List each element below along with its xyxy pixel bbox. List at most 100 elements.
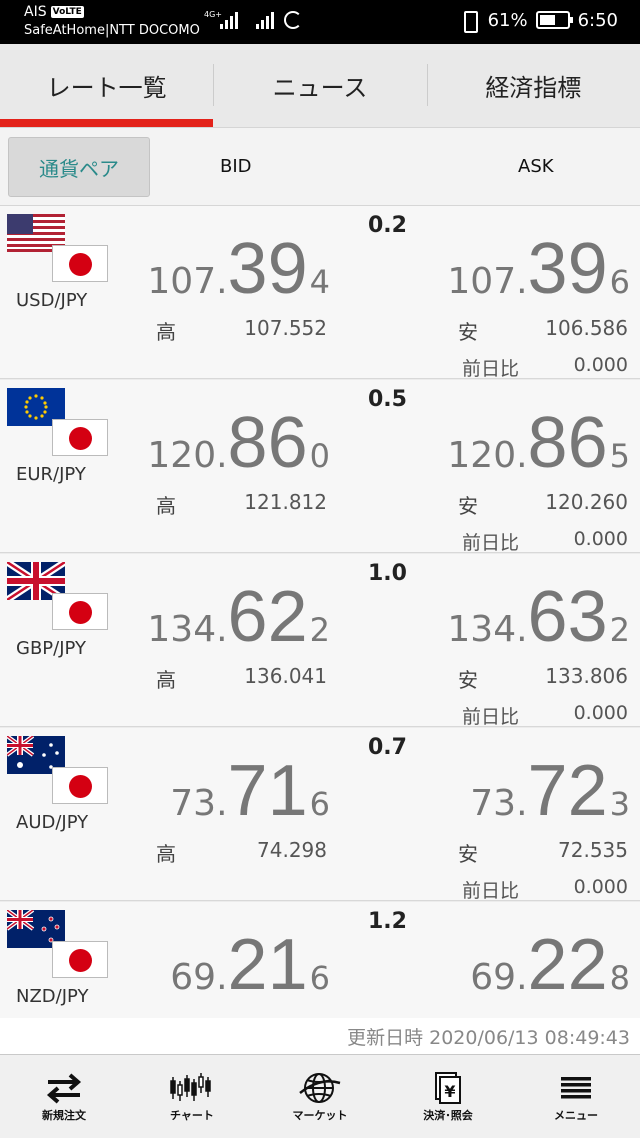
battery-fill (539, 15, 556, 25)
bid-rate[interactable]: 107. 39 4 (147, 228, 330, 310)
tab-news[interactable]: ニュース (213, 44, 426, 127)
bottom-nav: 新規注文 チャート マーケット ¥ 決済･照会 メニュー (0, 1054, 640, 1138)
ask-rate[interactable]: 69. 22 8 (470, 924, 630, 1006)
updated-timestamp: 更新日時 2020/06/13 08:49:43 (347, 1027, 630, 1049)
status-right: 61% 6:50 (458, 9, 618, 33)
svg-text:4G+: 4G+ (204, 10, 222, 19)
jp-flag-icon (52, 593, 108, 630)
high-value: 74.298 (257, 838, 327, 862)
nav-market[interactable]: マーケット (256, 1055, 384, 1138)
rate-row-nzdjpy[interactable]: NZD/JPY 1.2 69.216 69.228 高 安 (0, 902, 640, 1018)
currency-pair-button[interactable]: 通貨ペア (8, 137, 150, 197)
jp-flag-icon (52, 245, 108, 282)
top-tabs: レート一覧 ニュース 経済指標 (0, 44, 640, 128)
tab-label: 経済指標 (485, 74, 582, 102)
low-label: 安 (458, 668, 478, 692)
low-value: 120.260 (545, 490, 628, 514)
ask-rate[interactable]: 107. 39 6 (447, 228, 630, 310)
nav-chart[interactable]: チャート (128, 1055, 256, 1138)
pair-label: AUD/JPY (16, 812, 89, 833)
rate-prefix: 120. (447, 435, 528, 476)
rate-prefix: 69. (170, 957, 228, 998)
tab-rate-list[interactable]: レート一覧 (0, 44, 214, 127)
spread-value: 1.2 (368, 909, 407, 934)
rate-pip: 3 (609, 785, 630, 823)
carrier-secondary: SafeAtHome|NTT DOCOMO (24, 23, 200, 38)
spread-value: 0.5 (368, 387, 407, 412)
prev-change-label: 前日比 (462, 532, 520, 554)
ask-rate[interactable]: 120. 86 5 (447, 402, 630, 484)
nav-label: メニュー (554, 1109, 598, 1122)
bid-rate[interactable]: 120. 86 0 (147, 402, 330, 484)
jp-flag-icon (52, 419, 108, 456)
bid-rate[interactable]: 69. 21 6 (170, 924, 330, 1006)
tab-economic-indicators[interactable]: 経済指標 (426, 44, 640, 127)
rate-main: 86 (227, 403, 308, 483)
rate-main: 39 (527, 229, 608, 309)
prev-change-label: 前日比 (462, 706, 520, 728)
tab-label: レート一覧 (46, 74, 167, 102)
rate-prefix: 134. (447, 609, 528, 650)
rate-row-audjpy[interactable]: AUD/JPY 0.7 73. 71 6 73. 72 3 高 74.298 安 72.… (0, 728, 640, 901)
high-value: 107.552 (244, 316, 327, 340)
bid-header: BID (220, 156, 252, 177)
ask-rate[interactable]: 134. 63 2 (447, 576, 630, 658)
prev-change-label: 前日比 (462, 358, 520, 380)
rate-main: 63 (527, 577, 608, 657)
low-label: 安 (458, 842, 478, 866)
rate-prefix: 107. (147, 261, 228, 302)
volte-badge: VoLTE (50, 6, 84, 18)
pair-label: GBP/JPY (16, 638, 86, 659)
rate-main: 62 (227, 577, 308, 657)
rate-list: USD/JPY 0.2 107. 39 4 107. 39 6 高 107.552 安 … (0, 206, 640, 1018)
prev-change-value: 0.000 (573, 354, 628, 376)
rate-row-usdjpy[interactable]: USD/JPY 0.2 107. 39 4 107. 39 6 高 107.552 安 … (0, 206, 640, 379)
rate-row-gbpjpy[interactable]: GBP/JPY 1.0 134. 62 2 134. 63 2 高 136.041 安 … (0, 554, 640, 727)
rate-pip: 5 (609, 437, 630, 475)
low-value: 106.586 (545, 316, 628, 340)
document-yen-icon: ¥ (435, 1072, 461, 1104)
nav-settlement[interactable]: ¥ 決済･照会 (384, 1055, 512, 1138)
rate-main: 22 (527, 925, 608, 1005)
update-bar: 更新日時 2020/06/13 08:49:43 (0, 1018, 640, 1054)
tab-label: ニュース (272, 74, 368, 102)
rate-prefix: 73. (170, 783, 228, 824)
pair-label: NZD/JPY (16, 986, 89, 1007)
high-label: 高 (156, 668, 176, 692)
high-label: 高 (156, 842, 176, 866)
rate-prefix: 120. (147, 435, 228, 476)
rate-main: 21 (227, 925, 308, 1005)
rate-pip: 8 (609, 959, 630, 997)
rate-prefix: 107. (447, 261, 528, 302)
prev-change-value: 0.000 (573, 528, 628, 550)
bid-rate[interactable]: 73. 71 6 (170, 750, 330, 832)
rate-pip: 6 (609, 263, 630, 301)
rate-pip: 2 (609, 611, 630, 649)
nav-label: マーケット (292, 1109, 348, 1122)
rate-prefix: 73. (470, 783, 528, 824)
jp-flag-icon (52, 767, 108, 804)
prev-change-value: 0.000 (573, 876, 628, 898)
pair-label: EUR/JPY (16, 464, 86, 485)
rate-pip: 0 (309, 437, 330, 475)
clock: 6:50 (577, 9, 618, 31)
rate-main: 39 (227, 229, 308, 309)
low-value: 72.535 (558, 838, 628, 862)
carrier-primary: AIS VoLTE (24, 4, 84, 20)
nav-menu[interactable]: メニュー (512, 1055, 640, 1138)
high-value: 121.812 (244, 490, 327, 514)
jp-flag-icon (52, 941, 108, 978)
candlestick-chart-icon (170, 1073, 211, 1101)
rate-pip: 6 (309, 785, 330, 823)
nav-new-order[interactable]: 新規注文 (0, 1055, 128, 1138)
nav-label: チャート (170, 1109, 214, 1122)
status-bar: AIS VoLTE SafeAtHome|NTT DOCOMO 4G+ 61% … (0, 0, 640, 44)
rate-pip: 4 (309, 263, 330, 301)
spread-value: 0.2 (368, 213, 407, 238)
rate-main: 86 (527, 403, 608, 483)
rate-row-eurjpy[interactable]: EUR/JPY 0.5 120. 86 0 120. 86 5 高 121.812 安 … (0, 380, 640, 553)
bid-rate[interactable]: 134. 62 2 (147, 576, 330, 658)
low-label: 安 (458, 320, 478, 344)
rate-header: 通貨ペア BID ASK (0, 128, 640, 206)
ask-rate[interactable]: 73. 72 3 (470, 750, 630, 832)
